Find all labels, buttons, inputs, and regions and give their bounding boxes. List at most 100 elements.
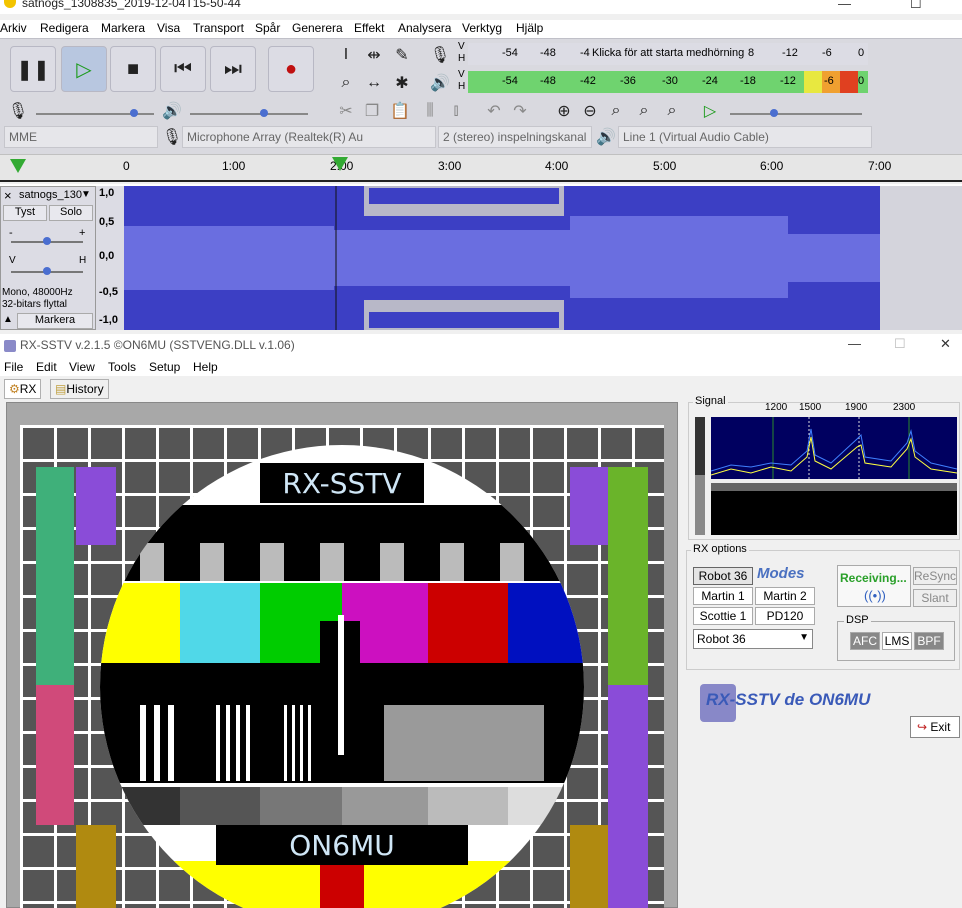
zoom-out-icon[interactable]: ⊖ [578,99,602,123]
play-volume-slider[interactable] [190,109,308,117]
menu-effekt[interactable]: Effekt [354,21,384,35]
track-name[interactable]: satnogs_130 [19,189,82,201]
record-meter[interactable]: -54 -48 -4 Klicka för att starta medhörn… [468,43,868,65]
cut-icon[interactable]: ✂ [334,99,358,123]
undo-icon[interactable]: ↶ [482,99,506,123]
stop-button[interactable]: ■ [110,46,156,92]
play-meter[interactable]: -54 -48 -42 -36 -30 -24 -18 -12 -6 0 [468,71,868,93]
menu-generera[interactable]: Generera [292,21,343,35]
play-at-speed-icon[interactable]: ▷ [698,99,722,123]
play-volume-thumb[interactable] [260,109,268,117]
zoom-tool-icon[interactable]: ⌕ [334,71,358,95]
pause-button[interactable]: ❚❚ [10,46,56,92]
rx-menu-tools[interactable]: Tools [108,360,136,374]
skip-start-button[interactable]: ⏮ [160,46,206,92]
collapse-track-icon[interactable]: ▲ [3,314,13,325]
output-device-select[interactable]: Line 1 (Virtual Audio Cable) [618,126,872,148]
gain-slider[interactable] [11,237,83,245]
mode-scottie1-button[interactable]: Scottie 1 [693,607,753,625]
mode-martin1-button[interactable]: Martin 1 [693,587,753,605]
selection-tool-icon[interactable]: I [334,43,358,67]
paste-icon[interactable]: 📋 [388,99,412,123]
play-speed-slider[interactable] [730,109,862,117]
waveform[interactable] [124,186,880,330]
menu-transport[interactable]: Transport [193,21,244,35]
redo-icon[interactable]: ↷ [508,99,532,123]
fit-project-icon[interactable]: ⌕ [632,99,656,123]
trim-icon[interactable]: ⫼ [418,99,442,123]
menu-redigera[interactable]: Redigera [40,21,89,35]
envelope-tool-icon[interactable]: ⇹ [362,43,386,67]
copy-icon[interactable]: ❐ [360,99,384,123]
received-image[interactable]: RX-SSTV ON6MU [20,425,664,908]
bpf-button[interactable]: BPF [914,632,944,650]
solo-button[interactable]: Solo [49,205,93,221]
timeline-ruler[interactable]: 0 1:00 2:00 3:00 4:00 5:00 6:00 7:00 [0,154,962,182]
gain-thumb[interactable] [43,237,51,245]
mode-select[interactable]: Robot 36 ▼ [693,629,813,649]
play-button[interactable]: ▷ [61,46,107,92]
stop-icon: ■ [126,57,140,80]
menu-visa[interactable]: Visa [157,21,180,35]
select-track-button[interactable]: Markera [17,313,93,329]
folder-icon: ▤ [55,382,67,396]
resync-button[interactable]: ReSync [913,567,957,585]
input-device-select[interactable]: Microphone Array (Realtek(R) Au [182,126,436,148]
freq-label-2300: 2300 [893,402,916,413]
track-close-icon[interactable]: × [4,188,12,203]
record-volume-slider[interactable] [36,109,154,117]
menu-markera[interactable]: Markera [101,21,145,35]
pan-thumb[interactable] [43,267,51,275]
meter-tick: -54 [502,75,518,87]
rx-menu-setup[interactable]: Setup [149,360,180,374]
menu-arkiv[interactable]: Arkiv [0,21,27,35]
audio-host-select[interactable]: MME [4,126,158,148]
tab-rx[interactable]: ⚙RX [4,379,42,399]
track-menu-chevron-icon[interactable]: ▼ [81,189,91,200]
track-control-panel: × satnogs_130 ▼ Tyst Solo - + V H Mono, … [0,186,96,330]
minimize-icon[interactable]: — [838,0,851,11]
receiving-status-text: Receiving... [840,571,907,585]
scale-label: -1,0 [99,314,118,326]
menu-analysera[interactable]: Analysera [398,21,451,35]
fit-selection-icon[interactable]: ⌕ [604,99,628,123]
zoom-in-icon[interactable]: ⊕ [552,99,576,123]
rx-menu-view[interactable]: View [69,360,95,374]
play-speed-thumb[interactable] [770,109,778,117]
draw-tool-icon[interactable]: ✎ [390,43,414,67]
playhead-marker-icon[interactable] [10,159,26,173]
rx-close-icon[interactable]: ✕ [940,336,951,352]
rx-menu-file[interactable]: File [4,360,23,374]
record-volume-thumb[interactable] [130,109,138,117]
rxsstv-tabs: ⚙RX ▤History [0,376,684,402]
channels-select[interactable]: 2 (stereo) inspelningskanal [438,126,592,148]
maximize-icon[interactable]: ☐ [910,0,922,12]
skip-end-button[interactable]: ⏭ [210,46,256,92]
timeshift-tool-icon[interactable]: ↔ [362,71,386,95]
rx-maximize-icon[interactable]: ☐ [894,336,906,352]
multi-tool-icon[interactable]: ✱ [390,71,414,95]
rx-menu-edit[interactable]: Edit [36,360,57,374]
rx-menu-help[interactable]: Help [193,360,218,374]
menu-spar[interactable]: Spår [255,21,280,35]
play-meter-speaker-icon[interactable]: 🔊 [428,71,452,95]
mode-martin2-button[interactable]: Martin 2 [755,587,815,605]
rx-minimize-icon[interactable]: — [848,336,861,351]
record-button[interactable]: ● [268,46,314,92]
tab-history[interactable]: ▤History [50,379,109,399]
lms-button[interactable]: LMS [882,632,912,650]
afc-button[interactable]: AFC [850,632,880,650]
record-meter-mic-icon[interactable]: 🎙 [428,43,452,67]
exit-button[interactable]: ↪ Exit [910,716,960,738]
freq-label-1200: 1200 [765,402,788,413]
mode-pd120-button[interactable]: PD120 [755,607,815,625]
slant-button[interactable]: Slant [913,589,957,607]
zoom-toggle-icon[interactable]: ⌕ [660,99,684,123]
input-device-mic-icon: 🎙 [161,129,183,146]
mute-button[interactable]: Tyst [3,205,47,221]
menu-verktyg[interactable]: Verktyg [462,21,502,35]
pan-slider[interactable] [11,267,83,275]
menu-hjalp[interactable]: Hjälp [516,21,543,35]
mode-robot36-button[interactable]: Robot 36 [693,567,753,585]
silence-icon[interactable]: ⫾ [444,99,468,123]
